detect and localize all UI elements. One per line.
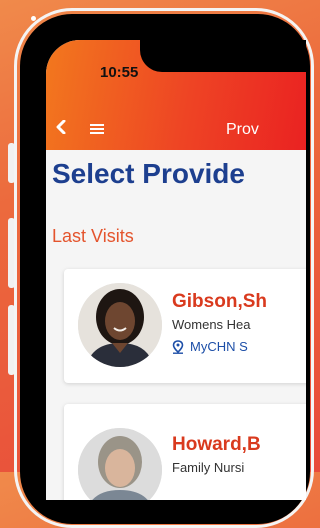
provider-location: MyCHN S xyxy=(190,339,248,354)
provider-avatar xyxy=(78,283,162,367)
provider-specialty: Womens Hea xyxy=(172,317,251,332)
provider-specialty: Family Nursi xyxy=(172,460,245,475)
section-title-last-visits: Last Visits xyxy=(52,226,134,246)
hamburger-menu-icon[interactable] xyxy=(90,124,104,134)
provider-card[interactable]: Howard,B Family Nursi xyxy=(64,404,306,500)
location-pin-icon xyxy=(172,339,184,354)
provider-name: Gibson,Sh xyxy=(172,291,267,312)
app-screen: 10:55 Prov Select Provide Last Visits Gi… xyxy=(46,40,306,500)
provider-name: Howard,B xyxy=(172,434,261,455)
phone-notch xyxy=(140,40,306,72)
nav-title: Prov xyxy=(226,121,259,138)
back-chevron-icon[interactable] xyxy=(54,120,68,134)
provider-location-link[interactable]: MyCHN S xyxy=(172,339,248,354)
page-title: Select Provide xyxy=(52,158,245,189)
provider-avatar xyxy=(78,428,162,500)
status-time: 10:55 xyxy=(100,64,139,81)
provider-card[interactable]: Gibson,Sh Womens Hea MyCHN S xyxy=(64,269,306,383)
